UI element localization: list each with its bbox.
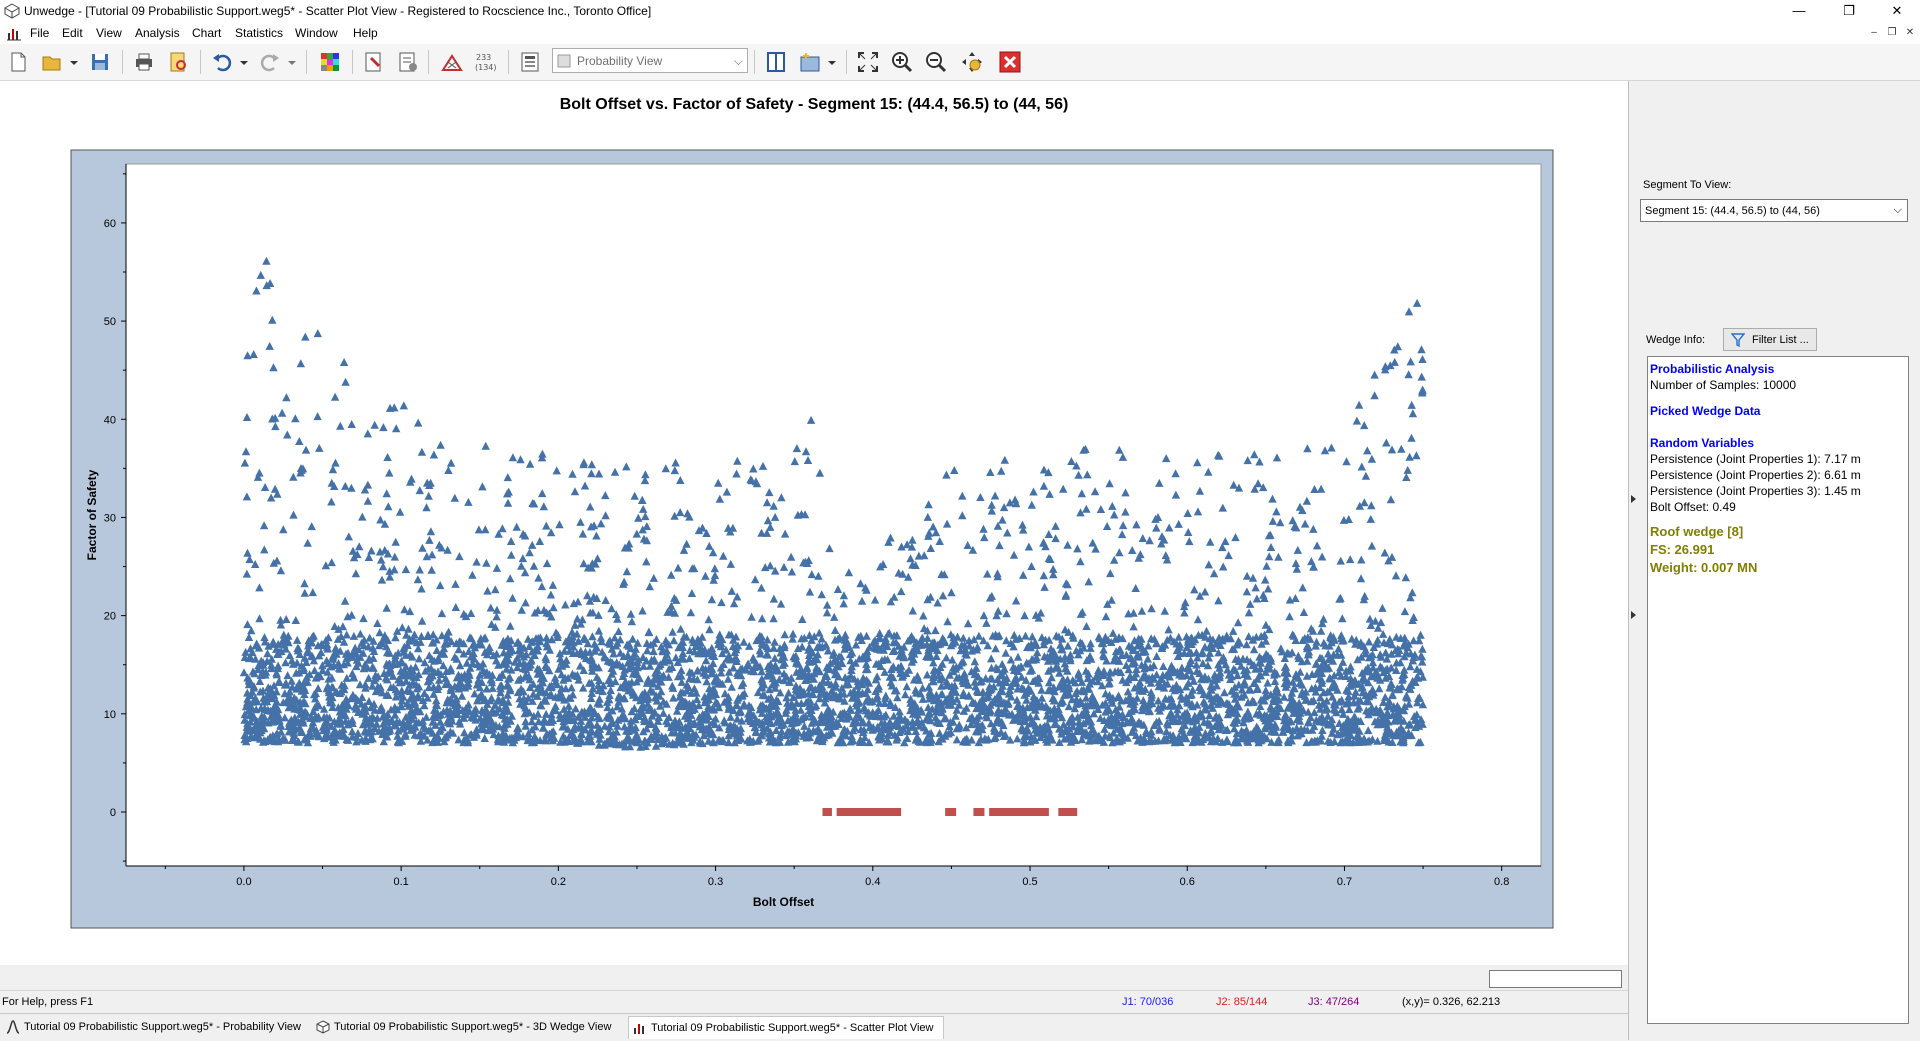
properties-icon[interactable]	[396, 50, 420, 74]
menu-view[interactable]: View	[96, 26, 122, 40]
x-tick-label: 0.6	[1180, 876, 1195, 888]
x-tick-label: 0.8	[1494, 876, 1509, 888]
add-view-dropdown-icon[interactable]	[826, 50, 838, 74]
redo-dropdown-icon[interactable]	[286, 50, 298, 74]
unwedge-app-icon	[4, 3, 20, 19]
mdi-close-button[interactable]: ✕	[1902, 27, 1918, 41]
joint-orientation-icon[interactable]: 233(134)	[474, 50, 500, 74]
x-tick-label: 0.1	[393, 876, 408, 888]
y-axis-label: Factor of Safety	[85, 469, 99, 560]
undo-dropdown-icon[interactable]	[238, 50, 250, 74]
zoom-extents-icon[interactable]	[856, 50, 880, 74]
color-grid-icon[interactable]	[318, 50, 342, 74]
save-icon[interactable]	[88, 50, 112, 74]
mdi-restore-button[interactable]: ❐	[1884, 27, 1900, 41]
y-tick-label: 50	[104, 316, 116, 328]
mdi-minimize-button[interactable]: –	[1866, 27, 1882, 41]
y-tick-label: 60	[104, 218, 116, 230]
menu-statistics[interactable]: Statistics	[235, 26, 283, 40]
y-tick-label: 20	[104, 611, 116, 623]
y-tick-label: 40	[104, 414, 116, 426]
split-view-icon[interactable]	[764, 50, 788, 74]
zoom-out-icon[interactable]	[924, 50, 948, 74]
x-tick-label: 0.4	[865, 876, 880, 888]
view-select-value: Probability View	[577, 54, 662, 68]
menu-file[interactable]: File	[30, 26, 49, 40]
x-tick-label: 0.3	[708, 876, 723, 888]
y-tick-label: 30	[104, 512, 116, 524]
undo-icon[interactable]	[210, 50, 234, 74]
restore-button[interactable]: ❐	[1826, 0, 1872, 22]
x-axis-label: Bolt Offset	[753, 895, 814, 909]
menu-window[interactable]: Window	[295, 26, 338, 40]
y-tick-label: 10	[104, 709, 116, 721]
x-tick-label: 0.0	[236, 876, 251, 888]
zoom-in-icon[interactable]	[890, 50, 914, 74]
close-view-icon[interactable]	[998, 50, 1022, 74]
new-file-icon[interactable]	[6, 50, 30, 74]
scatter-chart[interactable]: 0.0 0.1 0.2 0.3 0.4 0.5 0.6 0.7 0.8 0 10 20 30 40 50 60…	[0, 81, 1628, 965]
menu-analysis[interactable]: Analysis	[135, 26, 180, 40]
scatter-chart-icon	[6, 25, 22, 41]
info-viewer-icon[interactable]	[518, 50, 542, 74]
redo-icon[interactable]	[258, 50, 282, 74]
view-select[interactable]: Probability View ⌵	[552, 48, 748, 73]
probability-icon	[557, 54, 571, 68]
select-wedge-icon[interactable]	[362, 50, 386, 74]
menu-bar: File Edit View Analysis Chart Statistics…	[0, 22, 1920, 44]
window-title: Unwedge - [Tutorial 09 Probabilistic Sup…	[24, 4, 651, 18]
minimize-button[interactable]: —	[1776, 0, 1822, 22]
title-bar: Unwedge - [Tutorial 09 Probabilistic Sup…	[0, 0, 1920, 22]
toolbar: 233(134)	[0, 44, 1920, 81]
wedge-support-icon[interactable]	[440, 50, 464, 74]
close-button[interactable]: ✕	[1874, 0, 1920, 22]
y-tick-label: 0	[110, 807, 116, 819]
print-icon[interactable]	[132, 50, 156, 74]
chevron-down-icon: ⌵	[734, 54, 743, 69]
x-tick-label: 0.2	[551, 876, 566, 888]
x-tick-label: 0.5	[1022, 876, 1037, 888]
open-dropdown-icon[interactable]	[68, 50, 80, 74]
pan-icon[interactable]	[960, 50, 984, 74]
plot-area	[126, 164, 1541, 866]
open-folder-icon[interactable]	[40, 50, 64, 74]
scatter-plot-view: Bolt Offset vs. Factor of Safety - Segme…	[0, 81, 1629, 965]
menu-chart[interactable]: Chart	[192, 26, 221, 40]
menu-edit[interactable]: Edit	[62, 26, 83, 40]
menu-help[interactable]: Help	[353, 26, 378, 40]
print-preview-icon[interactable]	[166, 50, 190, 74]
x-tick-label: 0.7	[1337, 876, 1352, 888]
add-view-icon[interactable]	[798, 50, 822, 74]
